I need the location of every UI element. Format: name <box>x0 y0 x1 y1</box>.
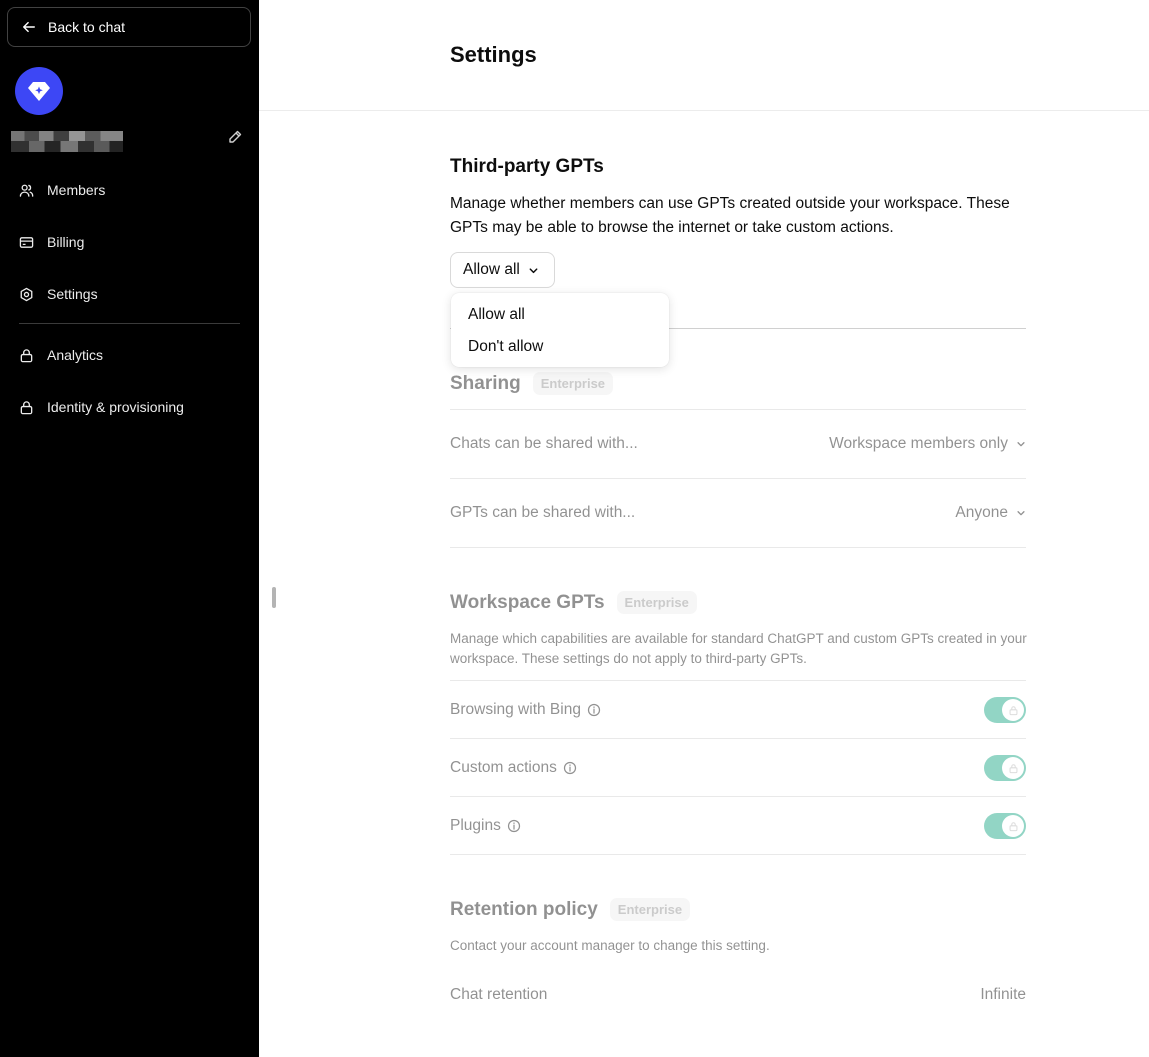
sidebar-item-identity-provisioning[interactable]: Identity & provisioning <box>19 395 184 419</box>
retention-policy-title: Retention policy Enterprise <box>450 898 691 921</box>
row-divider <box>450 854 1026 855</box>
enterprise-badge: Enterprise <box>609 898 691 921</box>
third-party-gpts-select[interactable]: Allow all <box>450 252 555 288</box>
sidebar-item-members[interactable]: Members <box>19 178 105 202</box>
page-title: Settings <box>450 42 537 67</box>
browsing-bing-label: Browsing with Bing <box>450 701 601 719</box>
chevron-down-icon <box>1017 442 1025 447</box>
chats-share-select[interactable]: Workspace members only <box>829 435 1026 453</box>
workspace-logo <box>15 67 63 115</box>
chat-retention-value: Infinite <box>980 986 1026 1003</box>
third-party-gpts-description: Manage whether members can use GPTs crea… <box>450 195 1010 236</box>
gpts-share-select[interactable]: Anyone <box>955 504 1026 522</box>
row-divider <box>450 738 1026 739</box>
plugins-toggle[interactable] <box>984 813 1026 839</box>
sidebar-item-settings[interactable]: Settings <box>19 282 98 306</box>
sidebar: Back to chat Members Billing Settings An… <box>0 0 259 1057</box>
info-icon[interactable] <box>587 703 601 717</box>
custom-actions-toggle[interactable] <box>984 755 1026 781</box>
enterprise-badge: Enterprise <box>616 591 697 614</box>
row-divider <box>450 680 1026 681</box>
gpts-share-label: GPTs can be shared with... <box>450 504 636 521</box>
info-icon[interactable] <box>563 761 577 775</box>
toggle-label: Browsing with Bing <box>450 701 581 718</box>
toggle-knob <box>1002 757 1024 779</box>
back-to-chat-button[interactable]: Back to chat <box>7 7 251 47</box>
credit-card-icon <box>19 236 34 248</box>
workspace-gpts-description: Manage which capabilities are available … <box>450 631 1027 666</box>
users-icon <box>19 184 34 197</box>
toggle-knob <box>1002 699 1024 721</box>
section-title-text: Third-party GPTs <box>450 156 604 177</box>
header-divider <box>259 110 1149 111</box>
dropdown-option-allow-all[interactable]: Allow all <box>451 299 669 331</box>
chats-share-label: Chats can be shared with... <box>450 435 638 452</box>
lock-icon <box>1009 821 1017 831</box>
section-title-text: Workspace GPTs <box>450 591 605 613</box>
toggle-label: Custom actions <box>450 759 557 776</box>
selected-value: Workspace members only <box>829 435 1008 452</box>
enterprise-badge: Enterprise <box>532 372 614 395</box>
lock-icon <box>20 348 33 362</box>
section-title-text: Sharing <box>450 372 521 394</box>
row-divider <box>450 478 1026 479</box>
dropdown-option-dont-allow[interactable]: Don't allow <box>451 331 669 363</box>
diamond-sparkle-icon <box>28 82 50 101</box>
third-party-gpts-title: Third-party GPTs <box>450 156 604 178</box>
back-to-chat-label: Back to chat <box>48 19 126 35</box>
browsing-bing-toggle[interactable] <box>984 697 1026 723</box>
lock-icon <box>1009 705 1017 715</box>
row-divider <box>450 547 1026 548</box>
row-divider <box>450 409 1026 410</box>
lock-icon <box>1009 763 1017 773</box>
third-party-gpts-dropdown-menu: Allow all Don't allow <box>451 293 669 367</box>
selected-value: Allow all <box>463 261 520 278</box>
sidebar-item-label: Billing <box>47 234 85 250</box>
retention-description: Contact your account manager to change t… <box>450 938 770 953</box>
plugins-label: Plugins <box>450 817 521 835</box>
settings-main: Settings Third-party GPTs Manage whether… <box>259 0 1149 1057</box>
workspace-name-redacted <box>11 131 123 152</box>
section-title-text: Retention policy <box>450 898 598 920</box>
toggle-label: Plugins <box>450 817 501 834</box>
sidebar-item-label: Members <box>47 182 106 198</box>
sidebar-item-label: Identity & provisioning <box>47 399 184 415</box>
lock-icon <box>20 400 33 414</box>
info-icon[interactable] <box>507 819 521 833</box>
chat-retention-label: Chat retention <box>450 986 548 1003</box>
sidebar-item-billing[interactable]: Billing <box>19 230 84 254</box>
sidebar-divider <box>19 323 240 324</box>
gear-icon <box>20 287 33 301</box>
chevron-down-icon <box>529 267 538 273</box>
sidebar-item-analytics[interactable]: Analytics <box>19 343 103 367</box>
selected-value: Anyone <box>955 504 1008 521</box>
sidebar-item-label: Analytics <box>47 347 104 363</box>
toggle-knob <box>1002 815 1024 837</box>
custom-actions-label: Custom actions <box>450 759 577 777</box>
pencil-edit-icon[interactable] <box>227 129 243 145</box>
arrow-left-icon <box>23 21 35 33</box>
sidebar-item-label: Settings <box>47 286 98 302</box>
workspace-gpts-title: Workspace GPTs Enterprise <box>450 591 697 614</box>
row-divider <box>450 796 1026 797</box>
sharing-title: Sharing Enterprise <box>450 372 614 395</box>
chevron-down-icon <box>1017 511 1025 516</box>
